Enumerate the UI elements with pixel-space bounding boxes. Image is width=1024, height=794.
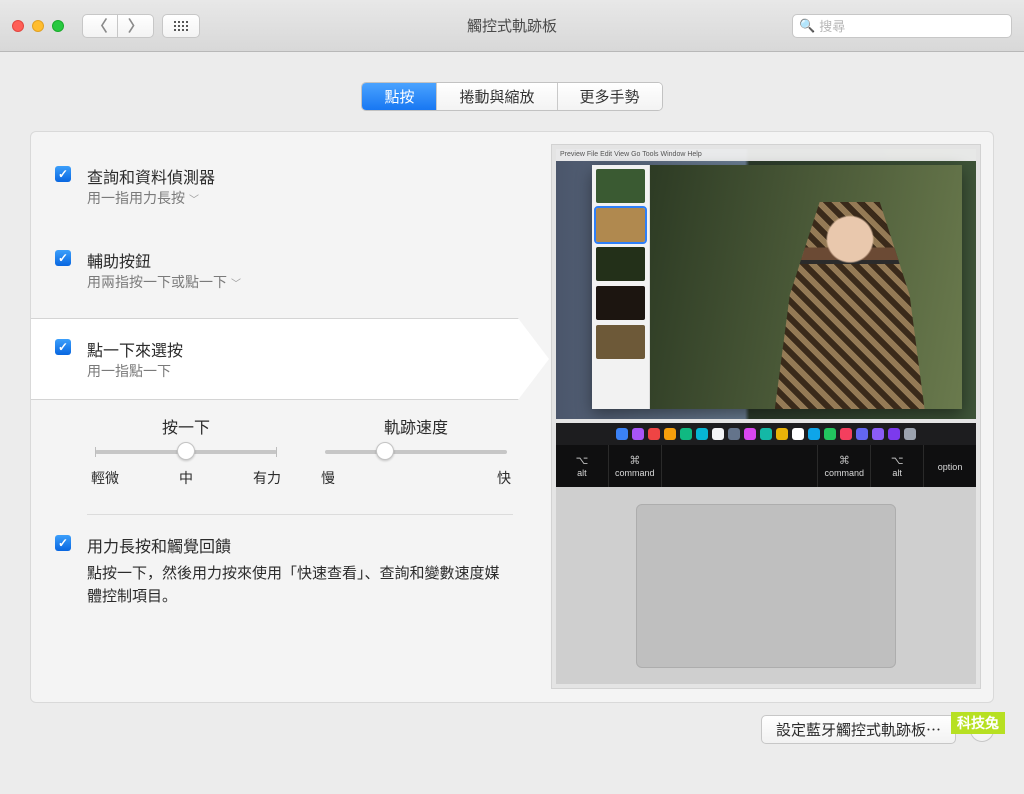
dock-icon	[792, 428, 804, 440]
chevron-right-icon: 〉	[128, 15, 143, 36]
preview-thumbnail	[596, 208, 645, 242]
chevron-down-icon: ﹀	[189, 191, 199, 206]
dock-icon	[680, 428, 692, 440]
dock-icon	[872, 428, 884, 440]
footer: 設定藍牙觸控式軌跡板⋯ ?	[12, 703, 1012, 744]
dock-icon	[808, 428, 820, 440]
dock-icon	[728, 428, 740, 440]
dock-icon	[632, 428, 644, 440]
chevron-left-icon: 〈	[92, 15, 107, 36]
search-field[interactable]: 🔍 搜尋	[792, 14, 1012, 38]
preview-main-image	[650, 165, 962, 409]
preview-trackpad-area	[556, 487, 976, 684]
toolbar: 〈 〉 觸控式軌跡板 🔍 搜尋	[0, 0, 1024, 52]
keyboard-key: ⌥alt	[556, 445, 609, 487]
keyboard-key: option	[924, 445, 976, 487]
search-placeholder: 搜尋	[819, 16, 845, 35]
option-title: 輔助按鈕	[87, 248, 541, 272]
keyboard-key: ⌥alt	[871, 445, 924, 487]
close-window[interactable]	[12, 20, 24, 32]
preview-person-figure	[775, 202, 925, 409]
dock-icon	[760, 428, 772, 440]
preview-thumbnail	[596, 169, 645, 203]
dock-icon	[856, 428, 868, 440]
window-title: 觸控式軌跡板	[467, 15, 557, 36]
prefs-body: 點按 捲動與縮放 更多手勢 ✓ 查詢和資料偵測器 用一指用力長按 ﹀ ✓ 輔助按…	[0, 52, 1024, 756]
show-all-button[interactable]	[162, 14, 200, 38]
chevron-down-icon: ﹀	[231, 275, 241, 290]
window-controls	[12, 20, 64, 32]
tab-more-gestures[interactable]: 更多手勢	[558, 83, 662, 110]
keyboard-key	[662, 445, 819, 487]
search-icon: 🔍	[799, 18, 815, 34]
preview-trackpad	[636, 504, 896, 668]
slider-scale: 慢 快	[321, 468, 511, 488]
dock-icon	[888, 428, 900, 440]
grid-icon	[174, 21, 188, 31]
tab-bar: 點按 捲動與縮放 更多手勢	[12, 82, 1012, 111]
dock-icon	[776, 428, 788, 440]
back-button[interactable]: 〈	[82, 14, 118, 38]
option-sub[interactable]: 用兩指按一下或點一下 ﹀	[87, 272, 541, 292]
preview-thumbnail	[596, 325, 645, 359]
nav-buttons: 〈 〉	[82, 14, 154, 38]
dock-icon	[904, 428, 916, 440]
content-panel: ✓ 查詢和資料偵測器 用一指用力長按 ﹀ ✓ 輔助按鈕 用兩指按一下或點一下 ﹀…	[30, 131, 994, 703]
slider-knob[interactable]	[177, 442, 195, 460]
option-sub[interactable]: 用一指用力長按 ﹀	[87, 188, 541, 208]
preview-screen: Preview File Edit View Go Tools Window H…	[556, 149, 976, 419]
tab-scroll-zoom[interactable]: 捲動與縮放	[437, 83, 557, 110]
checkbox-secondary-click[interactable]: ✓	[55, 250, 71, 266]
slider-label: 按一下	[91, 414, 281, 438]
zoom-window[interactable]	[52, 20, 64, 32]
tracking-speed-slider[interactable]	[325, 450, 507, 454]
option-lookup[interactable]: ✓ 查詢和資料偵測器 用一指用力長按 ﹀	[31, 156, 541, 216]
tracking-speed-slider-block: 軌跡速度 慢 快	[321, 414, 511, 488]
option-title: 點一下來選按	[87, 337, 549, 361]
watermark: 科技兔	[951, 712, 1005, 734]
checkbox-lookup[interactable]: ✓	[55, 166, 71, 182]
preview-keyboard: ⌥alt⌘command⌘command⌥altoption	[556, 445, 976, 487]
dock-icon	[664, 428, 676, 440]
preview-menubar: Preview File Edit View Go Tools Window H…	[556, 149, 976, 161]
preview-thumbnail	[596, 247, 645, 281]
dock-icon	[824, 428, 836, 440]
dock-icon	[712, 428, 724, 440]
gesture-preview: Preview File Edit View Go Tools Window H…	[551, 144, 981, 689]
preview-app-window	[592, 165, 962, 409]
checkbox-tap-to-click[interactable]: ✓	[55, 339, 71, 355]
dock-icon	[648, 428, 660, 440]
slider-label: 軌跡速度	[321, 414, 511, 438]
option-secondary-click[interactable]: ✓ 輔助按鈕 用兩指按一下或點一下 ﹀	[31, 240, 541, 300]
setup-bluetooth-trackpad-button[interactable]: 設定藍牙觸控式軌跡板⋯	[761, 715, 956, 744]
preview-dock	[556, 423, 976, 445]
preview-column: Preview File Edit View Go Tools Window H…	[551, 132, 993, 702]
keyboard-key: ⌘command	[609, 445, 662, 487]
preview-thumbnail	[596, 286, 645, 320]
click-pressure-slider-block: 按一下 輕微 中 有力	[91, 414, 281, 488]
checkbox-force-click[interactable]: ✓	[55, 535, 71, 551]
options-column: ✓ 查詢和資料偵測器 用一指用力長按 ﹀ ✓ 輔助按鈕 用兩指按一下或點一下 ﹀…	[31, 132, 541, 702]
option-tap-to-click[interactable]: ✓ 點一下來選按 用一指點一下	[31, 318, 549, 400]
dock-icon	[696, 428, 708, 440]
slider-scale: 輕微 中 有力	[91, 468, 281, 488]
option-force-click[interactable]: ✓ 用力長按和觸覺回饋 點按一下，然後用力按來使用「快速查看」、查詢和變數速度媒…	[31, 529, 541, 608]
keyboard-key: ⌘command	[818, 445, 871, 487]
forward-button[interactable]: 〉	[118, 14, 154, 38]
sliders: 按一下 輕微 中 有力 軌跡速度	[31, 400, 541, 500]
preview-sidebar	[592, 165, 650, 409]
click-pressure-slider[interactable]	[95, 450, 277, 454]
option-title: 用力長按和觸覺回饋	[87, 533, 511, 557]
slider-knob[interactable]	[376, 442, 394, 460]
option-title: 查詢和資料偵測器	[87, 164, 541, 188]
dock-icon	[744, 428, 756, 440]
divider	[87, 514, 513, 515]
dock-icon	[616, 428, 628, 440]
dock-icon	[840, 428, 852, 440]
option-description: 點按一下，然後用力按來使用「快速查看」、查詢和變數速度媒體控制項目。	[87, 563, 507, 608]
option-sub: 用一指點一下	[87, 361, 549, 381]
minimize-window[interactable]	[32, 20, 44, 32]
tab-point-click[interactable]: 點按	[362, 83, 437, 110]
